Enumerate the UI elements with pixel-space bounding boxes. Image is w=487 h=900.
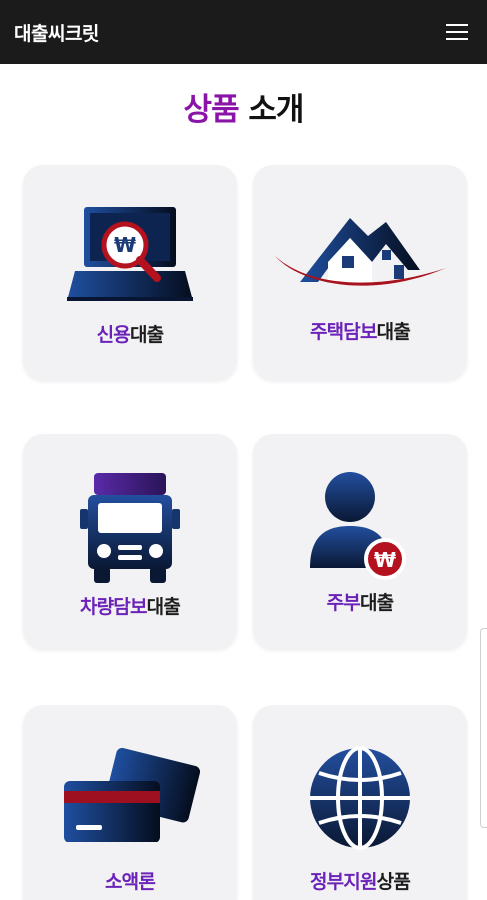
- person-won-icon: ₩: [253, 470, 467, 580]
- product-card-mortgage-loan[interactable]: 주택담보대출: [253, 165, 467, 380]
- scroll-indicator[interactable]: [480, 628, 487, 828]
- product-label: 차량담보대출: [79, 596, 181, 618]
- house-roof-icon: [253, 210, 467, 300]
- section-title-accent: 상품: [183, 92, 240, 128]
- hamburger-menu-icon[interactable]: [435, 10, 479, 54]
- product-label: 주택담보대출: [309, 321, 411, 343]
- product-label: 주부대출: [326, 592, 395, 614]
- svg-text:₩: ₩: [374, 548, 396, 572]
- product-label: 소액론: [104, 871, 156, 893]
- product-card-small-loan[interactable]: 소액론: [23, 705, 237, 900]
- truck-icon: [23, 471, 237, 583]
- section-title: 상품 소개: [0, 84, 487, 129]
- credit-card-icon: [23, 747, 237, 842]
- product-card-vehicle-loan[interactable]: 차량담보대출: [23, 434, 237, 649]
- app-title[interactable]: 대출씨크릿: [14, 19, 99, 46]
- product-card-housewife-loan[interactable]: ₩ 주부대출: [253, 434, 467, 649]
- product-label: 정부지원상품: [309, 871, 411, 893]
- laptop-won-magnifier-icon: ₩: [23, 205, 237, 305]
- svg-text:₩: ₩: [114, 233, 136, 257]
- product-card-government-support[interactable]: 정부지원상품: [253, 705, 467, 900]
- section-title-rest: 소개: [248, 92, 304, 128]
- product-label: 신용대출: [96, 324, 165, 346]
- product-card-credit-loan[interactable]: ₩ 신용대출: [23, 165, 237, 380]
- app-header: 대출씨크릿: [0, 0, 487, 64]
- globe-icon: [253, 745, 467, 851]
